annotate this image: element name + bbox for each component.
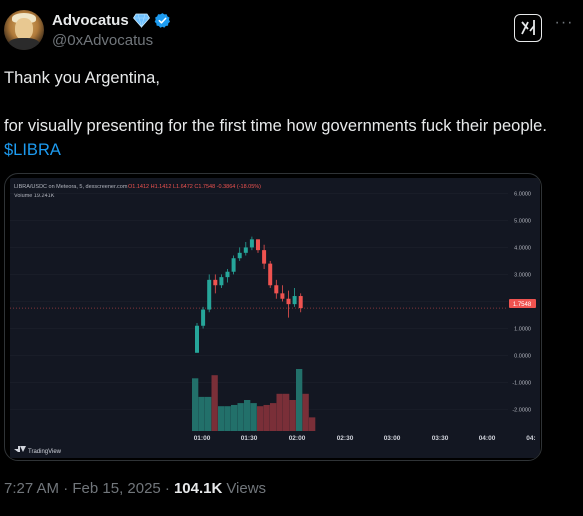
candle-body [219,277,224,286]
views-count[interactable]: 104.1K [174,480,222,497]
avatar[interactable] [4,10,44,50]
x-tick-label: 02:30 [337,435,354,442]
volume-bar [198,396,205,431]
price-chart: LIBRA/USDC on Meteora, 5, dexscreener.co… [10,178,540,458]
volume-bar [296,369,303,431]
volume-bar [205,396,212,431]
volume-bar [263,404,270,431]
y-tick-label: 5.0000 [514,218,531,224]
volume-bar [257,406,264,431]
candle-body [268,263,273,286]
volume-bar [289,400,296,431]
chart-volume-label: Volume 19.241K [14,193,55,199]
x-tick-label: 03:00 [384,435,401,442]
tweet-timestamp[interactable]: 7:27 AM · Feb 15, 2025 · [4,480,170,497]
volume-bar [218,406,225,431]
candle-body [286,298,291,305]
tradingview-logo: TradingView [14,446,62,455]
candle-body [274,285,279,294]
y-tick-label: 4.0000 [514,245,531,251]
y-tick-label: 1.0000 [514,326,531,332]
candle-body [207,279,212,310]
volume-bar [224,406,231,431]
candle-body [237,252,242,259]
volume-bar [270,403,277,431]
candle-body [195,325,199,353]
x-tick-label: 02:00 [289,435,306,442]
tweet-text: Thank you Argentina, for visually presen… [4,66,564,162]
tweet-footer: 7:27 AM · Feb 15, 2025 · 104.1K Views [4,480,266,497]
volume-bar [283,393,290,431]
volume-bar [309,417,316,431]
y-tick-label: 6.0000 [514,191,531,197]
x-tick-label: 01:00 [194,435,211,442]
verified-badge-icon[interactable] [154,12,171,29]
chart-svg: LIBRA/USDC on Meteora, 5, dexscreener.co… [10,184,536,455]
chart-ohlc: O1.1412 H1.1412 L1.6472 C1.7548 -0.3864 … [128,184,261,190]
author-name-row: Advocatus [52,12,171,29]
candle-body [292,296,297,305]
candle-body [243,247,248,253]
y-tick-label: 0.0000 [514,353,531,359]
volume-bar [276,393,283,431]
diamond-icon [132,13,150,28]
tweet-line-1: Thank you Argentina, [4,69,160,87]
candle-body [231,258,236,272]
volume-bar [237,403,244,431]
x-tick-label: 04: [526,435,535,442]
candle-body [280,293,285,299]
volume-bar [250,403,257,431]
tweet-line-2-text: for visually presenting for the first ti… [4,117,547,135]
grok-icon[interactable] [514,14,542,42]
volume-bar [302,393,309,431]
candle-body [298,296,303,309]
cashtag-link[interactable]: $LIBRA [4,141,61,159]
display-name[interactable]: Advocatus [52,12,129,29]
volume-bar [192,378,199,431]
x-tick-label: 04:00 [479,435,496,442]
tweet-header: Advocatus @0xAdvocatus ··· [4,10,579,54]
tradingview-watermark: TradingView [28,449,62,455]
y-tick-label: -2.0000 [512,407,531,413]
author-handle[interactable]: @0xAdvocatus [52,32,153,49]
candle-body [249,239,254,248]
current-price-label: 1.7548 [513,302,532,308]
y-tick-label: -1.0000 [512,380,531,386]
views-label: Views [226,480,267,497]
tweet-line-2: for visually presenting for the first ti… [4,114,564,162]
candle-body [262,250,267,264]
x-tick-label: 03:30 [432,435,449,442]
volume-bar [211,375,218,431]
more-options-icon[interactable]: ··· [552,14,576,38]
x-tick-label: 01:30 [241,435,258,442]
y-tick-label: 3.0000 [514,272,531,278]
volume-bar [244,400,251,431]
volume-bar [231,404,238,431]
candle-body [256,239,260,251]
candle-body [201,309,206,326]
chart-pair-header: LIBRA/USDC on Meteora, 5, dexscreener.co… [14,184,128,190]
candle-body [225,271,230,278]
tweet-media[interactable]: LIBRA/USDC on Meteora, 5, dexscreener.co… [4,173,542,461]
candle-body [213,279,218,286]
